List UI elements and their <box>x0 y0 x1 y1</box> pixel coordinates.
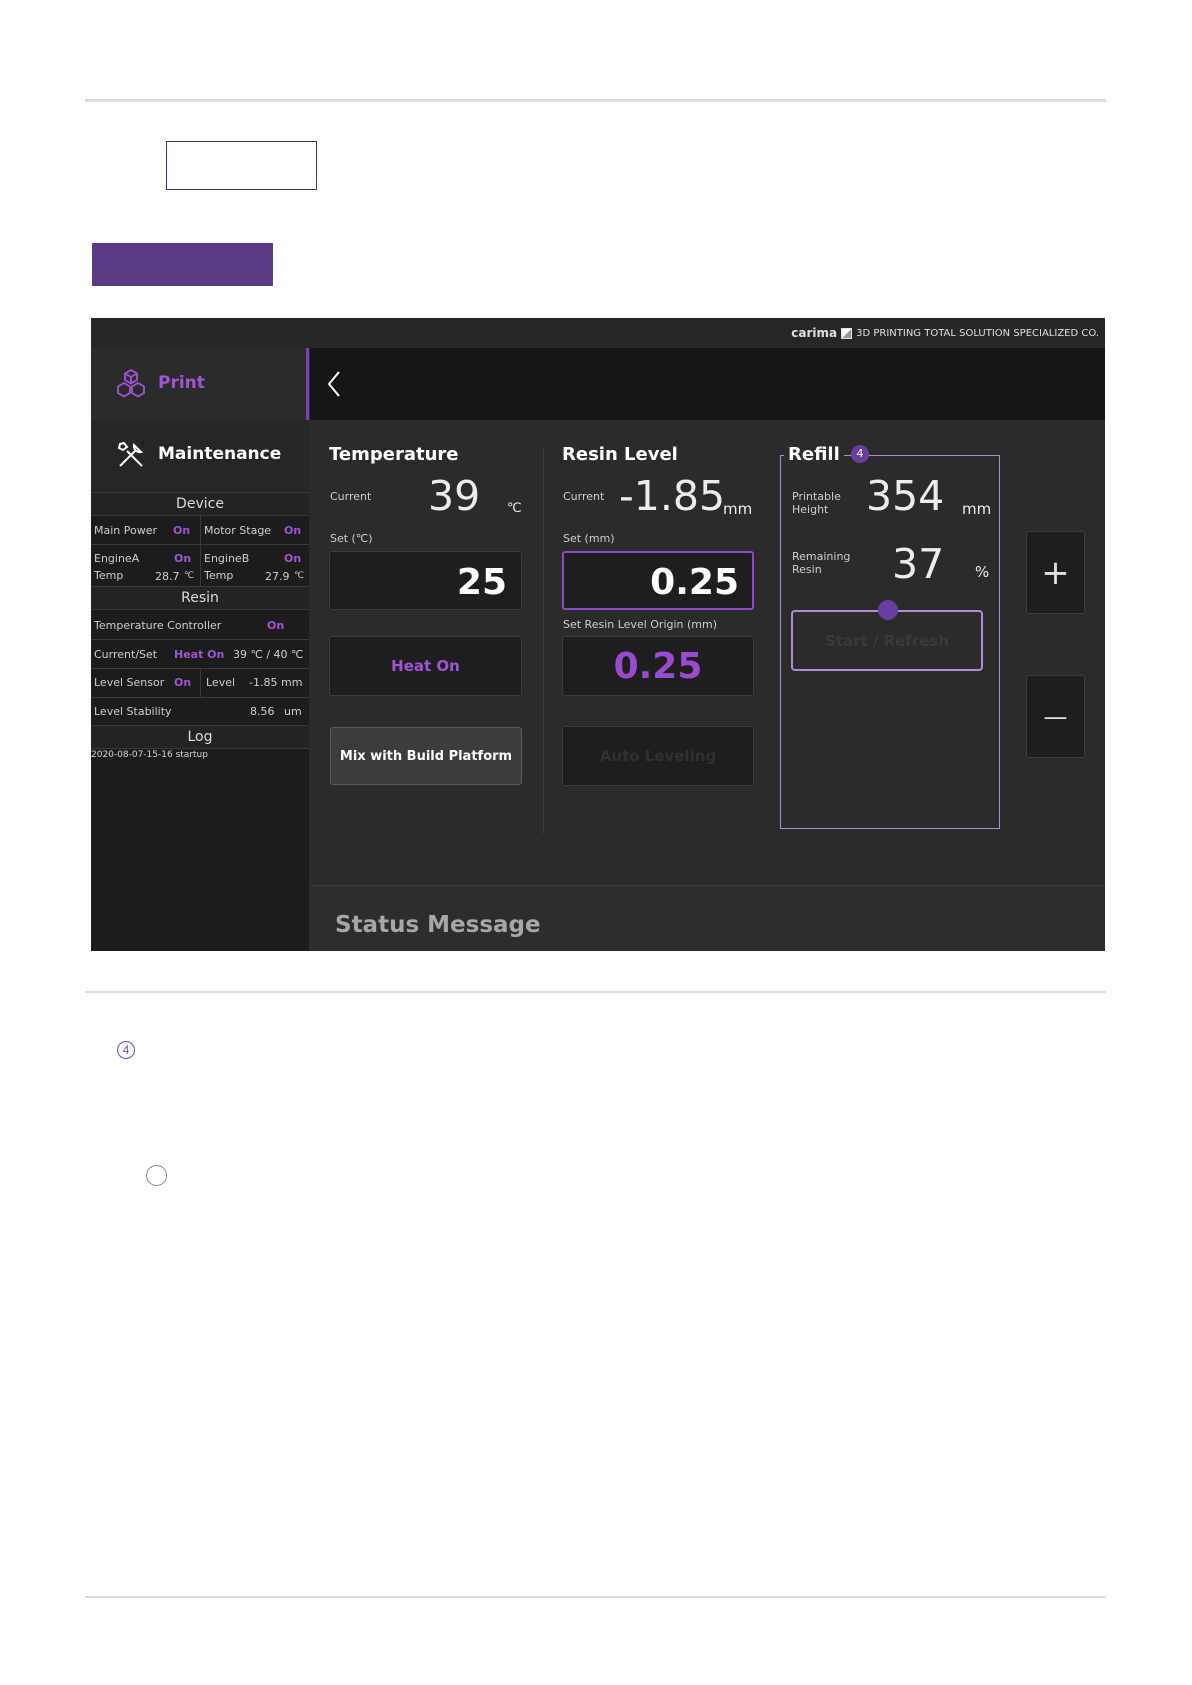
resin-current-unit: mm <box>723 500 753 518</box>
empty-circle-icon <box>146 1165 167 1186</box>
printable-height-unit: mm <box>962 500 992 518</box>
refill-handle-icon <box>878 600 898 620</box>
divider <box>200 516 201 545</box>
auto-leveling-label: Auto Leveling <box>599 747 717 765</box>
status-bar: Status Message <box>310 885 1105 951</box>
temperature-current-label: Current <box>330 490 372 503</box>
log-heading: Log <box>91 725 309 748</box>
empty-label-box <box>166 141 317 190</box>
plus-button[interactable]: + <box>1026 531 1085 614</box>
temperature-current-value: 39 <box>428 472 481 520</box>
boxes-icon <box>115 368 147 404</box>
nav-item-print[interactable]: Print <box>91 348 309 420</box>
resin-origin-value: 0.25 <box>613 646 703 687</box>
header-bar <box>310 348 1105 420</box>
nav-item-maintenance[interactable]: Maintenance <box>91 420 309 492</box>
brand-tagline: 3D PRINTING TOTAL SOLUTION SPECIALIZED C… <box>856 327 1099 339</box>
brand-name: carima <box>791 326 838 340</box>
divider <box>200 545 201 587</box>
temp-controller-row: Temperature Controller On <box>91 609 309 640</box>
status-message: Status Message <box>335 912 541 938</box>
heat-on-label: Heat On <box>391 657 460 675</box>
minus-button[interactable]: — <box>1026 675 1085 758</box>
heat-on-button[interactable]: Heat On <box>329 636 522 696</box>
back-chevron-icon[interactable] <box>326 369 344 403</box>
printable-height-value: 354 <box>866 472 945 520</box>
current-set-row: Current/Set Heat On 39 ℃ / 40 ℃ <box>91 639 309 669</box>
remaining-resin-value: 37 <box>892 540 945 588</box>
main-panel: Temperature Current 39 ℃ Set (℃) 25 Heat… <box>310 348 1105 951</box>
printable-height-label-2: Height <box>792 503 829 516</box>
section-header-bar <box>92 243 273 286</box>
resin-current-value: -1.85 <box>619 472 726 520</box>
brand-logo: carima 3D PRINTING TOTAL SOLUTION SPECIA… <box>791 326 1099 340</box>
log-entry: 2020-08-07-15-16 startup <box>91 750 208 760</box>
level-stability-row: Level Stability 8.56 um <box>91 697 309 726</box>
resin-origin-label: Set Resin Level Origin (mm) <box>563 618 718 631</box>
nav-maintenance-label: Maintenance <box>158 444 282 464</box>
log-list: 2020-08-07-15-16 startup <box>91 748 309 760</box>
column-divider <box>543 448 544 834</box>
temperature-title: Temperature <box>329 444 459 465</box>
temperature-set-label: Set (℃) <box>330 532 373 545</box>
plus-icon: + <box>1041 552 1070 593</box>
brand-bar: carima 3D PRINTING TOTAL SOLUTION SPECIA… <box>91 318 1105 348</box>
divider <box>200 669 201 698</box>
resin-origin-field[interactable]: 0.25 <box>562 636 754 696</box>
resin-set-value: 0.25 <box>650 562 739 603</box>
temperature-set-field[interactable]: 25 <box>329 551 522 610</box>
resin-set-label: Set (mm) <box>563 532 615 545</box>
auto-leveling-button[interactable]: Auto Leveling <box>562 726 754 786</box>
refill-title: Refill <box>784 444 844 465</box>
nav-print-label: Print <box>158 373 205 393</box>
printable-height-label-1: Printable <box>792 490 841 503</box>
device-engine-row: EngineA On Temp 28.7 ℃ EngineB On Temp 2… <box>91 544 309 587</box>
device-heading: Device <box>91 492 309 515</box>
remaining-resin-label-1: Remaining <box>792 550 851 563</box>
level-sensor-row: Level Sensor On Level -1.85 mm <box>91 668 309 698</box>
start-refresh-label: Start / Refresh <box>824 631 949 650</box>
device-power-row: Main Power On Motor Stage On <box>91 515 309 545</box>
resin-set-field[interactable]: 0.25 <box>562 551 754 610</box>
remaining-resin-label-2: Resin <box>792 563 822 576</box>
mix-button-label: Mix with Build Platform <box>339 748 513 764</box>
resin-level-title: Resin Level <box>562 444 678 465</box>
sidebar: Print Maintenance Device Main Power On M… <box>91 348 309 951</box>
top-rule <box>85 99 1106 102</box>
remaining-resin-unit: % <box>975 563 990 581</box>
resin-current-label: Current <box>563 490 605 503</box>
bottom-rule <box>85 1596 1106 1598</box>
refill-badge: 4 <box>851 445 869 463</box>
printer-screen: carima 3D PRINTING TOTAL SOLUTION SPECIA… <box>91 318 1105 951</box>
temperature-set-value: 25 <box>456 562 507 603</box>
cube-icon <box>841 327 853 339</box>
minus-icon: — <box>1043 702 1068 731</box>
active-indicator <box>306 348 309 420</box>
middle-rule <box>85 991 1106 993</box>
footnote-marker: 4 <box>117 1041 135 1059</box>
resin-heading: Resin <box>91 586 309 609</box>
mix-build-platform-button[interactable]: Mix with Build Platform <box>330 727 522 785</box>
temperature-current-unit: ℃ <box>507 501 522 516</box>
tools-icon <box>115 439 147 475</box>
